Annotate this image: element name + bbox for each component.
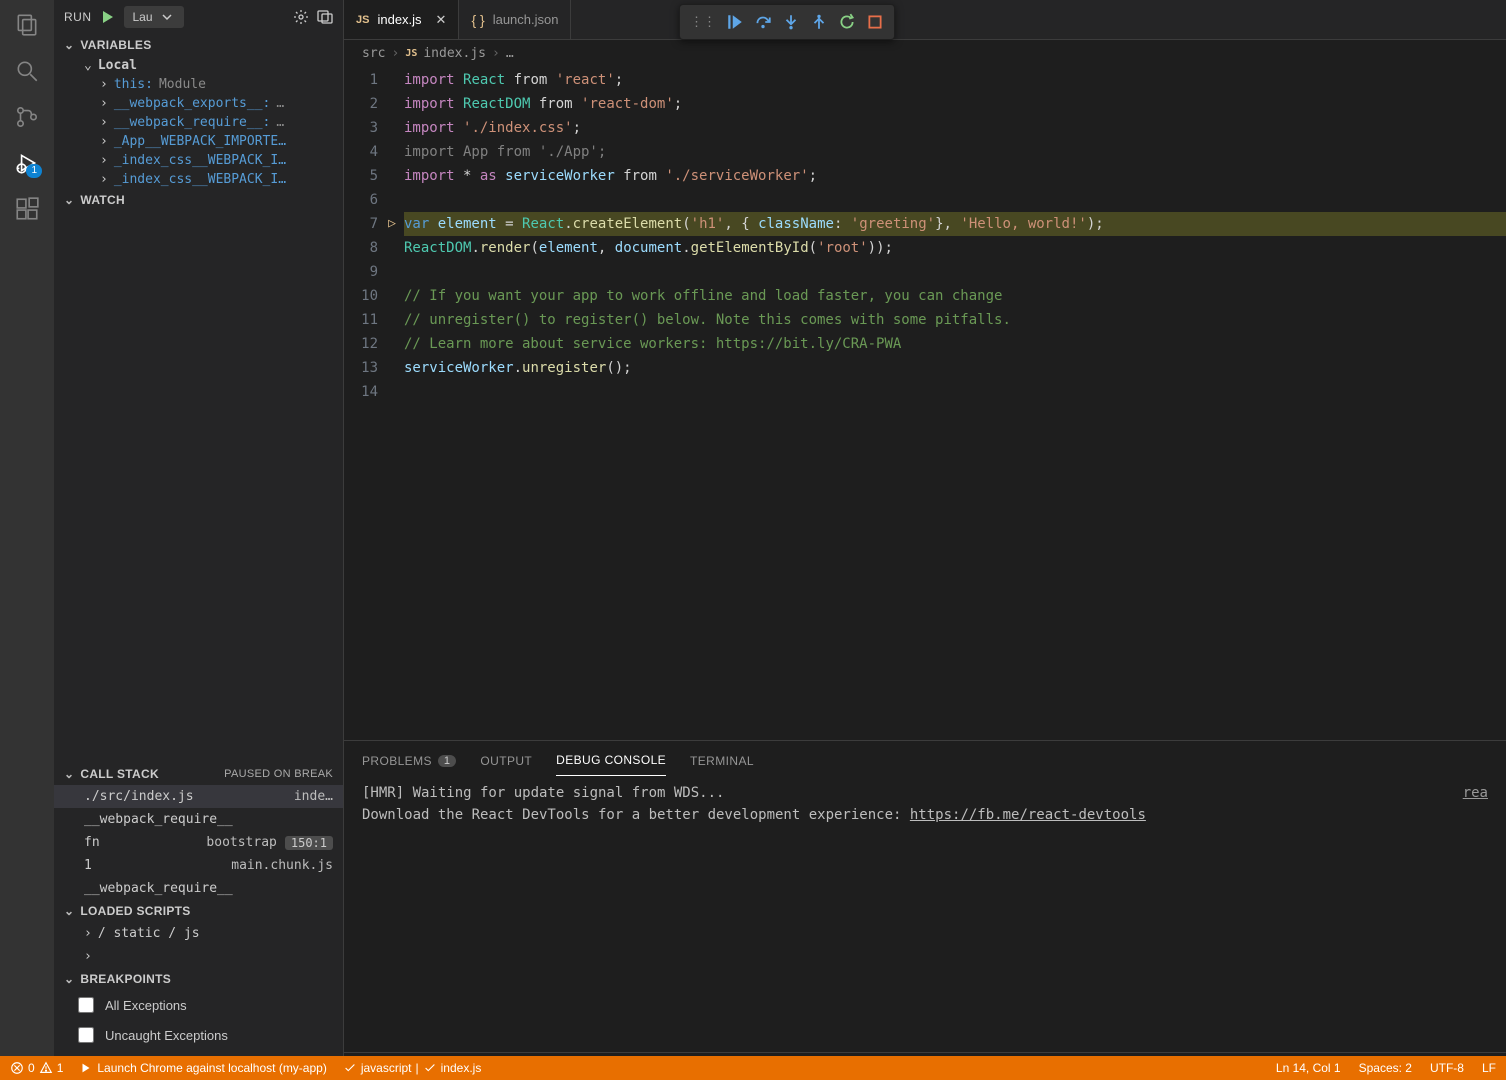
console-filter[interactable]: rea bbox=[1463, 782, 1488, 1046]
panel-tab-problems[interactable]: PROBLEMS 1 bbox=[362, 750, 456, 776]
run-label: RUN bbox=[64, 10, 92, 24]
callstack-row[interactable]: __webpack_require__ bbox=[54, 808, 343, 831]
step-over-button[interactable] bbox=[750, 9, 776, 35]
scope-local[interactable]: ⌄ Local bbox=[62, 56, 343, 75]
tab-bar: JS index.js ✕ { } launch.json ⋮⋮ bbox=[344, 0, 1506, 40]
activity-debug[interactable]: 1 bbox=[14, 150, 40, 176]
settings-gear-icon[interactable] bbox=[293, 9, 309, 25]
chevron-right-icon: › bbox=[100, 96, 108, 111]
step-into-button[interactable] bbox=[778, 9, 804, 35]
tab-launch-json[interactable]: { } launch.json bbox=[459, 0, 571, 39]
chevron-down-icon: ⌄ bbox=[64, 38, 74, 52]
breadcrumb[interactable]: src › JS index.js › … bbox=[344, 40, 1506, 68]
debug-badge: 1 bbox=[26, 164, 42, 178]
drag-handle-icon[interactable]: ⋮⋮ bbox=[686, 10, 720, 34]
callstack-row[interactable]: ./src/index.jsinde… bbox=[54, 785, 343, 808]
variable-row[interactable]: ›__webpack_require__: … bbox=[62, 113, 343, 132]
status-problems[interactable]: 0 1 bbox=[10, 1061, 63, 1075]
close-icon[interactable]: ✕ bbox=[436, 12, 447, 28]
callstack-row[interactable]: 1main.chunk.js bbox=[54, 854, 343, 877]
debug-toolbar[interactable]: ⋮⋮ bbox=[679, 4, 895, 40]
chevron-right-icon: › bbox=[84, 949, 92, 964]
variable-row[interactable]: ›__webpack_exports__: … bbox=[62, 94, 343, 113]
loaded-body: ›/ static / js› bbox=[54, 922, 343, 968]
chevron-down-icon: ⌄ bbox=[64, 193, 74, 207]
status-bar: 0 1 Launch Chrome against localhost (my-… bbox=[0, 1056, 1506, 1080]
step-out-button[interactable] bbox=[806, 9, 832, 35]
chevron-down-icon: ⌄ bbox=[64, 904, 74, 918]
activity-scm[interactable] bbox=[14, 104, 40, 130]
panel-tabs: PROBLEMS 1 OUTPUT DEBUG CONSOLE TERMINAL bbox=[344, 741, 1506, 776]
status-encoding[interactable]: UTF-8 bbox=[1430, 1061, 1464, 1075]
status-spaces[interactable]: Spaces: 2 bbox=[1359, 1061, 1412, 1075]
variables-body: ⌄ Local ›this: Module›__webpack_exports_… bbox=[54, 56, 343, 189]
panel-tab-output[interactable]: OUTPUT bbox=[480, 750, 532, 776]
app-root: 1 RUN Lau ⌄ VARIABLES bbox=[0, 0, 1506, 1080]
chevron-down-icon bbox=[159, 9, 175, 25]
chevron-down-icon: ⌄ bbox=[84, 58, 92, 73]
chevron-right-icon: › bbox=[100, 77, 108, 92]
section-variables[interactable]: ⌄ VARIABLES bbox=[54, 34, 343, 56]
section-watch[interactable]: ⌄ WATCH bbox=[54, 189, 343, 211]
chevron-right-icon: › bbox=[100, 115, 108, 130]
js-file-icon: JS bbox=[356, 14, 369, 26]
editor-area: JS index.js ✕ { } launch.json ⋮⋮ bbox=[344, 0, 1506, 1080]
activity-search[interactable] bbox=[14, 58, 40, 84]
activity-bar: 1 bbox=[0, 0, 54, 1080]
status-eslint[interactable]: javascript | index.js bbox=[343, 1061, 482, 1075]
debug-sidebar: RUN Lau ⌄ VARIABLES ⌄ Local bbox=[54, 0, 344, 1080]
debug-console-icon[interactable] bbox=[317, 9, 333, 25]
panel-tab-terminal[interactable]: TERMINAL bbox=[690, 750, 754, 776]
bp-all-checkbox[interactable] bbox=[78, 997, 94, 1013]
variable-row[interactable]: ›_App__WEBPACK_IMPORTE… bbox=[62, 132, 343, 151]
status-right: Ln 14, Col 1 Spaces: 2 UTF-8 LF bbox=[1276, 1061, 1496, 1075]
section-breakpoints[interactable]: ⌄ BREAKPOINTS bbox=[54, 968, 343, 990]
stop-button[interactable] bbox=[862, 9, 888, 35]
json-file-icon: { } bbox=[471, 12, 484, 28]
loaded-script-row[interactable]: ›/ static / js bbox=[54, 922, 343, 945]
status-eol[interactable]: LF bbox=[1482, 1061, 1496, 1075]
chevron-down-icon: ⌄ bbox=[64, 972, 74, 986]
code-editor[interactable]: 1234567891011121314 import React from 'r… bbox=[344, 68, 1506, 740]
section-loaded-scripts[interactable]: ⌄ LOADED SCRIPTS bbox=[54, 900, 343, 922]
run-header: RUN Lau bbox=[54, 0, 343, 34]
debug-config-select[interactable]: Lau bbox=[124, 6, 184, 28]
start-debug-button[interactable] bbox=[100, 9, 116, 25]
line-gutter: 1234567891011121314 bbox=[344, 68, 404, 740]
callstack-row[interactable]: fnbootstrap150:1 bbox=[54, 831, 343, 854]
code-text[interactable]: import React from 'react';import ReactDO… bbox=[404, 68, 1506, 740]
chevron-right-icon: › bbox=[391, 46, 399, 61]
callstack-body: ./src/index.jsinde…__webpack_require__fn… bbox=[54, 785, 343, 900]
restart-button[interactable] bbox=[834, 9, 860, 35]
debug-console-output[interactable]: [HMR] Waiting for update signal from WDS… bbox=[344, 776, 1506, 1052]
status-cursor[interactable]: Ln 14, Col 1 bbox=[1276, 1061, 1341, 1075]
js-file-icon: JS bbox=[405, 48, 417, 59]
variable-row[interactable]: ›this: Module bbox=[62, 75, 343, 94]
devtools-link[interactable]: https://fb.me/react-devtools bbox=[910, 807, 1146, 823]
chevron-right-icon: › bbox=[84, 926, 92, 941]
chevron-right-icon: › bbox=[100, 172, 108, 187]
chevron-right-icon: › bbox=[100, 153, 108, 168]
section-callstack[interactable]: ⌄ CALL STACK PAUSED ON BREAK bbox=[54, 763, 343, 785]
chevron-down-icon: ⌄ bbox=[64, 767, 74, 781]
chevron-right-icon: › bbox=[492, 46, 500, 61]
tab-index-js[interactable]: JS index.js ✕ bbox=[344, 0, 459, 39]
activity-explorer[interactable] bbox=[14, 12, 40, 38]
continue-button[interactable] bbox=[722, 9, 748, 35]
bp-uncaught-checkbox[interactable] bbox=[78, 1027, 94, 1043]
bottom-panel: PROBLEMS 1 OUTPUT DEBUG CONSOLE TERMINAL… bbox=[344, 740, 1506, 1080]
callstack-row[interactable]: __webpack_require__ bbox=[54, 877, 343, 900]
bp-uncaught-exceptions[interactable]: Uncaught Exceptions bbox=[54, 1020, 343, 1050]
bp-all-exceptions[interactable]: All Exceptions bbox=[54, 990, 343, 1020]
variable-row[interactable]: ›_index_css__WEBPACK_I… bbox=[62, 170, 343, 189]
status-launch-config[interactable]: Launch Chrome against localhost (my-app) bbox=[79, 1061, 326, 1075]
panel-tab-debug-console[interactable]: DEBUG CONSOLE bbox=[556, 749, 666, 776]
chevron-right-icon: › bbox=[100, 134, 108, 149]
activity-extensions[interactable] bbox=[14, 196, 40, 222]
loaded-script-row[interactable]: › bbox=[54, 945, 343, 968]
variable-row[interactable]: ›_index_css__WEBPACK_I… bbox=[62, 151, 343, 170]
